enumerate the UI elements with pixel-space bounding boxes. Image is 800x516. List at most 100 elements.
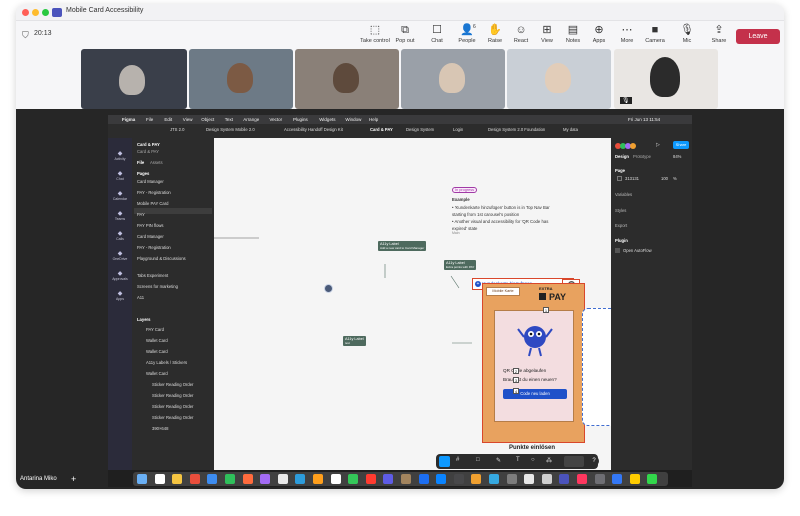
- sidebar-item-approvals[interactable]: ◆ Approvals: [110, 270, 130, 281]
- variables-section[interactable]: Variables: [615, 192, 632, 197]
- take-control-button[interactable]: ⬚ Take control: [360, 24, 390, 48]
- dock-app-icon[interactable]: [365, 474, 376, 484]
- text-tool-icon[interactable]: T: [516, 457, 520, 463]
- apps-button[interactable]: ⊕ Apps: [584, 24, 614, 48]
- dock-app-icon[interactable]: [594, 474, 605, 484]
- self-video-tile[interactable]: 🎙: [614, 49, 718, 109]
- menu-item-edit[interactable]: Edit: [164, 115, 172, 124]
- play-icon[interactable]: ▷: [656, 142, 660, 148]
- page-color-value[interactable]: 313131: [625, 176, 639, 181]
- pen-tool-icon[interactable]: ✎: [496, 457, 501, 464]
- plugin-name[interactable]: Open AutoFlow: [623, 248, 652, 253]
- dock-app-icon[interactable]: [154, 474, 165, 484]
- actions-tool-icon[interactable]: ⁂: [546, 457, 552, 464]
- page-item[interactable]: Playground & Discussions: [137, 256, 186, 261]
- participant-tile[interactable]: [401, 49, 505, 109]
- page-item[interactable]: PAY PIN flows: [137, 223, 164, 228]
- dock-app-icon[interactable]: [559, 474, 570, 484]
- move-tool-icon[interactable]: [439, 456, 450, 467]
- comment-tool-icon[interactable]: ○: [531, 457, 535, 463]
- page-item[interactable]: Screens for marketing: [137, 284, 178, 289]
- add-icon[interactable]: +: [71, 474, 76, 484]
- dock-app-icon[interactable]: [189, 474, 200, 484]
- zoom-level[interactable]: 84%: [673, 154, 681, 159]
- participant-tile[interactable]: [189, 49, 293, 109]
- page-item[interactable]: PAY - Registration: [137, 190, 171, 195]
- figma-tab[interactable]: Card & PAY: [370, 127, 393, 132]
- figma-tab[interactable]: Design System Mobile 2.0: [206, 127, 255, 132]
- zoom-window-button[interactable]: [42, 9, 49, 16]
- shape-tool-icon[interactable]: □: [476, 457, 480, 463]
- frame-tool-icon[interactable]: #: [456, 457, 459, 463]
- tab-file[interactable]: File: [137, 160, 144, 165]
- page-item[interactable]: A11: [137, 295, 144, 300]
- people-button[interactable]: 👤 People 6: [452, 24, 482, 48]
- dock-app-icon[interactable]: [629, 474, 640, 484]
- a11y-label-add-card[interactable]: A11y Label Add a new card to Card Manage…: [378, 241, 427, 251]
- menu-item-arrange[interactable]: Arrange: [243, 115, 259, 124]
- participant-tile[interactable]: [81, 49, 187, 109]
- pay-card-frame[interactable]: Mobile Karte EXTRA PAY QR Code abgelaufe…: [482, 283, 585, 443]
- dock-app-icon[interactable]: [172, 474, 183, 484]
- dock-app-icon[interactable]: [612, 474, 623, 484]
- file-title[interactable]: Card & PAY: [137, 142, 160, 147]
- dock-app-icon[interactable]: [401, 474, 411, 484]
- more-button[interactable]: ⋯ More: [612, 24, 642, 48]
- dock-app-icon[interactable]: [541, 474, 552, 484]
- dock-app-icon[interactable]: [524, 474, 535, 484]
- dev-mode-toggle[interactable]: [564, 456, 584, 467]
- page-item[interactable]: PAY: [137, 212, 145, 217]
- chat-button[interactable]: ☐ Chat: [422, 24, 452, 48]
- minimize-window-button[interactable]: [32, 9, 39, 16]
- card-tab[interactable]: Mobile Karte: [486, 287, 520, 296]
- dock-app-icon[interactable]: [647, 474, 658, 484]
- a11y-label-extra-pay[interactable]: A11y Label Extra points with PAY: [444, 260, 477, 270]
- sidebar-item-apps[interactable]: ◆ Apps: [110, 290, 130, 301]
- menu-item-text[interactable]: Text: [225, 115, 233, 124]
- sidebar-item-chat[interactable]: ◆ Chat: [110, 170, 130, 181]
- pop-out-button[interactable]: ⧉ Pop out: [390, 24, 420, 48]
- tab-assets[interactable]: Assets: [150, 160, 163, 165]
- app-menu[interactable]: Figma: [122, 115, 135, 124]
- menu-item-object[interactable]: Object: [201, 115, 214, 124]
- dock-app-icon[interactable]: [207, 474, 218, 484]
- layer-item[interactable]: Wallet Card: [146, 338, 168, 343]
- layer-item[interactable]: Sticker Reading Order: [152, 415, 193, 420]
- page-item[interactable]: PAY - Registration: [137, 245, 171, 250]
- page-item[interactable]: Card Manager: [137, 179, 164, 184]
- figma-tab[interactable]: Design System: [406, 127, 434, 132]
- page-item[interactable]: Card Manager: [137, 234, 164, 239]
- menu-item-vector[interactable]: Vector: [269, 115, 282, 124]
- dock-app-icon[interactable]: [242, 474, 253, 484]
- dock-app-icon[interactable]: [330, 474, 341, 484]
- sidebar-item-teams[interactable]: ◆ Teams: [110, 210, 130, 221]
- page-item[interactable]: Tabs Experiment: [137, 273, 168, 278]
- figma-tab[interactable]: My data: [563, 127, 578, 132]
- share-button[interactable]: Share: [673, 141, 689, 149]
- sidebar-item-calendar[interactable]: ◆ Calendar: [110, 190, 130, 201]
- menu-item-window[interactable]: Window: [345, 115, 361, 124]
- dock-app-icon[interactable]: [277, 474, 288, 484]
- leave-button[interactable]: Leave: [736, 29, 780, 44]
- dock-app-icon[interactable]: [295, 474, 306, 484]
- dock-app-icon[interactable]: [436, 474, 447, 484]
- dock-app-icon[interactable]: [453, 474, 464, 484]
- dock-app-icon[interactable]: [260, 474, 271, 484]
- share-button[interactable]: ⇪ Share: [704, 24, 734, 48]
- layer-item[interactable]: 390×648: [152, 426, 168, 431]
- menu-item-file[interactable]: File: [146, 115, 153, 124]
- layer-item[interactable]: Wallet Card: [146, 349, 168, 354]
- tab-design[interactable]: Design: [615, 154, 629, 159]
- participant-tile[interactable]: [507, 49, 611, 109]
- dock-app-icon[interactable]: [137, 474, 147, 484]
- styles-section[interactable]: Styles: [615, 208, 626, 213]
- menu-item-widgets[interactable]: Widgets: [319, 115, 335, 124]
- sidebar-item-calls[interactable]: ◆ Calls: [110, 230, 130, 241]
- layer-item[interactable]: Sticker Reading Order: [152, 393, 193, 398]
- dock-app-icon[interactable]: [313, 474, 323, 484]
- figma-canvas[interactable]: In progress Example • 'Kundenkarte hinzu…: [214, 138, 667, 470]
- layer-item[interactable]: Sticker Reading Order: [152, 382, 193, 387]
- layer-item[interactable]: Sticker Reading Order: [152, 404, 193, 409]
- figma-tab[interactable]: Design System 2.0 Foundation: [488, 127, 545, 132]
- dock-app-icon[interactable]: [489, 474, 499, 484]
